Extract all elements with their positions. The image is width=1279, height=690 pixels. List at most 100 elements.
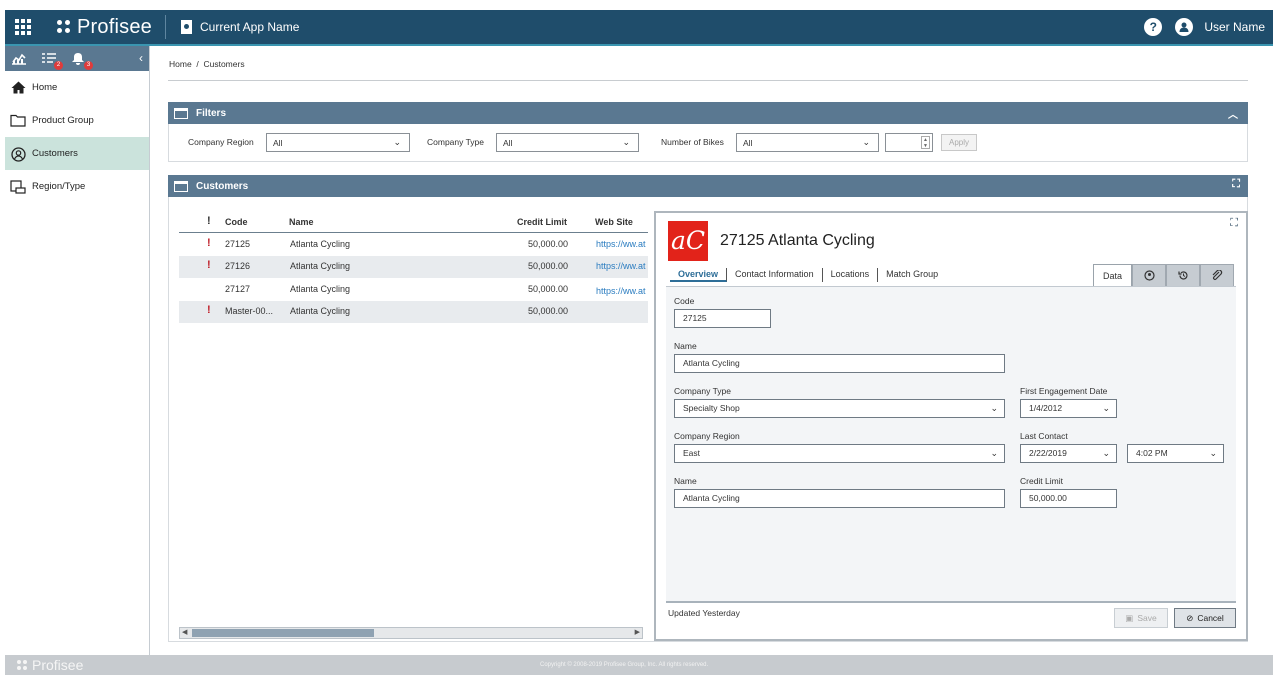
user-circle-icon — [9, 146, 27, 162]
sidebar-item-label: Home — [32, 82, 58, 93]
bell-icon[interactable]: 3 — [71, 52, 93, 70]
table-row[interactable]: ! 27126 Atlanta Cycling 50,000.00 https:… — [179, 256, 648, 278]
column-header-flag[interactable]: ! — [207, 215, 211, 227]
number-of-bikes-value: All — [743, 137, 753, 148]
customers-title: Customers — [196, 180, 249, 192]
table-row[interactable]: ! Master-00... Atlanta Cycling 50,000.00 — [179, 301, 648, 323]
scrollbar-thumb[interactable] — [192, 629, 374, 637]
cell-credit-limit: 50,000.00 — [528, 261, 569, 271]
number-of-bikes-label: Number of Bikes — [661, 137, 724, 147]
task-list-icon[interactable]: 2 — [41, 52, 63, 70]
logo-dots-icon — [57, 20, 71, 34]
company-region-label: Company Region — [674, 431, 740, 441]
stepper-arrows-icon[interactable]: ▲ ▼ — [921, 136, 930, 149]
sidebar-item-home[interactable]: Home — [5, 71, 149, 104]
last-contact-time-picker[interactable]: 4:02 PM ⌄ — [1127, 444, 1224, 463]
name-label: Name — [674, 341, 697, 351]
tab-people-icon[interactable] — [1132, 264, 1166, 286]
cell-web-site-link[interactable]: https://ww.at — [596, 261, 646, 271]
number-of-bikes-select[interactable]: All ⌄ — [736, 133, 879, 152]
panel-window-icon — [174, 180, 188, 192]
company-type-select[interactable]: All ⌄ — [496, 133, 639, 152]
code-field[interactable]: 27125 — [674, 309, 771, 328]
company-region-label: Company Region — [188, 137, 254, 147]
cell-code: 27127 — [225, 284, 251, 294]
sidebar-item-region-type[interactable]: Region/Type — [5, 170, 149, 203]
company-region-select[interactable]: East ⌄ — [674, 444, 1005, 463]
breadcrumb-divider — [168, 80, 1248, 81]
detail-side-tabs: Data — [1093, 264, 1234, 286]
column-header-web-site[interactable]: Web Site — [595, 217, 633, 227]
user-avatar-icon[interactable] — [1175, 18, 1194, 36]
chevron-down-icon: ⌄ — [393, 137, 401, 147]
first-engagement-date-value: 1/4/2012 — [1029, 403, 1063, 413]
cell-name: Atlanta Cycling — [290, 284, 351, 294]
company-logo: aC — [668, 221, 708, 261]
customers-panel-header: Customers ⛶ — [168, 175, 1248, 197]
hierarchy-icon — [9, 179, 27, 194]
code-label: Code — [674, 296, 695, 306]
save-label: Save — [1137, 613, 1157, 623]
tab-match-group[interactable]: Match Group — [878, 268, 946, 282]
sidebar-item-customers[interactable]: Customers — [5, 137, 149, 170]
help-icon[interactable]: ? — [1144, 18, 1163, 36]
tab-locations[interactable]: Locations — [823, 268, 879, 282]
save-button[interactable]: ▣ Save — [1114, 608, 1168, 628]
user-name[interactable]: User Name — [1204, 20, 1265, 34]
bikes-number-stepper[interactable]: ▲ ▼ — [885, 133, 933, 152]
footer: Profisee Copyright © 2008-2019 Profisee … — [5, 655, 1273, 675]
detail-footer-divider — [666, 601, 1236, 603]
credit-limit-field[interactable]: 50,000.00 — [1020, 489, 1117, 508]
chevron-down-icon: ⌄ — [1102, 403, 1110, 413]
last-contact-date-picker[interactable]: 2/22/2019 ⌄ — [1020, 444, 1117, 463]
company-type-label: Company Type — [427, 137, 485, 147]
sidebar-item-label: Customers — [32, 148, 78, 159]
apply-button[interactable]: Apply — [941, 134, 977, 151]
maximize-icon[interactable]: ⛶ — [1232, 178, 1240, 191]
cell-web-site-link[interactable]: https://ww.at — [596, 286, 646, 296]
table-row[interactable]: 27127 Atlanta Cycling 50,000.00 https://… — [179, 279, 648, 301]
name-field-2[interactable]: Atlanta Cycling — [674, 489, 1005, 508]
scroll-left-arrow-icon[interactable]: ◀ — [182, 628, 187, 636]
grid-horizontal-scrollbar[interactable]: ◀ ▶ — [179, 627, 643, 639]
cancel-icon: ⊘ — [1186, 612, 1194, 623]
filters-panel-header[interactable]: Filters ︿ — [168, 102, 1248, 124]
company-region-select[interactable]: All ⌄ — [266, 133, 410, 152]
save-icon: ▣ — [1125, 612, 1134, 623]
column-header-code[interactable]: Code — [225, 217, 248, 227]
column-header-name[interactable]: Name — [289, 217, 314, 227]
app-document-icon — [180, 20, 192, 34]
task-count-badge: 2 — [54, 60, 63, 70]
tab-contact-information[interactable]: Contact Information — [727, 268, 823, 282]
folder-icon — [9, 114, 27, 128]
profisee-logo[interactable]: Profisee — [57, 16, 152, 39]
header-accent-line — [5, 44, 1273, 46]
current-app-name[interactable]: Current App Name — [200, 20, 299, 34]
breadcrumb[interactable]: Home / Customers — [169, 59, 245, 69]
company-type-label: Company Type — [674, 386, 732, 396]
logo-text: Profisee — [77, 15, 152, 38]
tab-data[interactable]: Data — [1093, 264, 1132, 286]
sidebar-item-product-group[interactable]: Product Group — [5, 104, 149, 137]
column-header-credit-limit[interactable]: Credit Limit — [517, 217, 567, 227]
first-engagement-date-picker[interactable]: 1/4/2012 ⌄ — [1020, 399, 1117, 418]
company-type-select[interactable]: Specialty Shop ⌄ — [674, 399, 1005, 418]
overview-form: Code 27125 Name Atlanta Cycling Company … — [666, 286, 1236, 601]
copyright-text: Copyright © 2008-2019 Profisee Group, In… — [540, 662, 709, 668]
expand-icon[interactable]: ⛶ — [1230, 217, 1238, 230]
sidebar-item-label: Region/Type — [32, 181, 86, 192]
history-icon[interactable] — [1166, 264, 1200, 286]
grid-header: ! Code Name Credit Limit Web Site — [179, 212, 648, 233]
chart-icon[interactable] — [11, 52, 27, 66]
chevron-up-icon[interactable]: ︿ — [1228, 106, 1238, 121]
name-field[interactable]: Atlanta Cycling — [674, 354, 1005, 373]
app-launcher-button[interactable] — [5, 10, 41, 44]
last-contact-date-value: 2/22/2019 — [1029, 448, 1067, 458]
cancel-button[interactable]: ⊘ Cancel — [1174, 608, 1236, 628]
tab-overview[interactable]: Overview — [670, 268, 728, 282]
cell-web-site-link[interactable]: https://ww.at — [596, 239, 646, 249]
attachment-icon[interactable] — [1200, 264, 1234, 286]
table-row[interactable]: ! 27125 Atlanta Cycling 50,000.00 https:… — [179, 234, 648, 256]
collapse-sidebar-icon[interactable]: ‹ — [139, 51, 143, 65]
scroll-right-arrow-icon[interactable]: ▶ — [635, 628, 640, 636]
